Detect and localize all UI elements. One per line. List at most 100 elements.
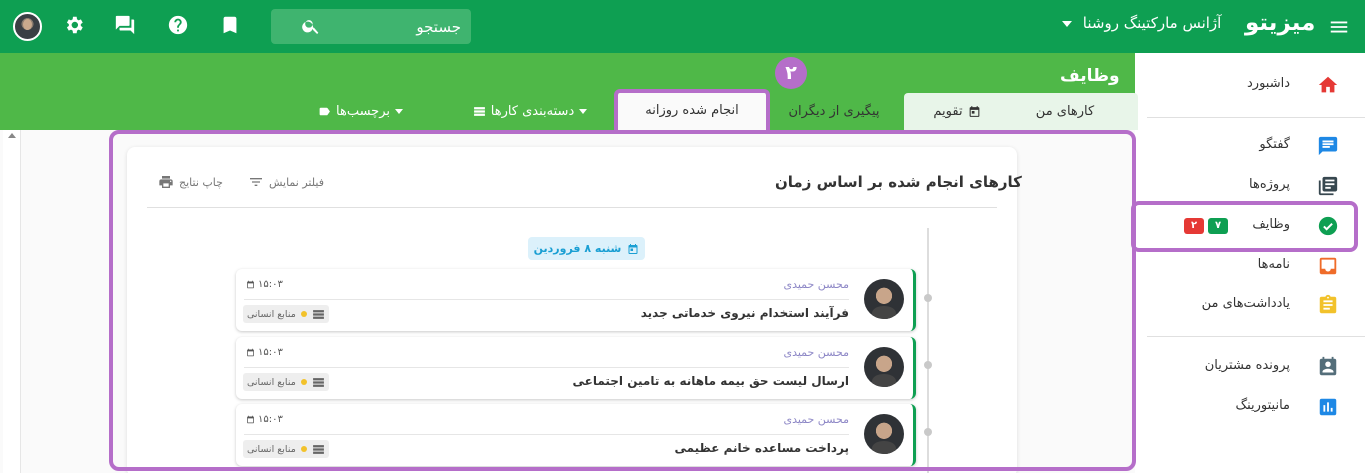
task-item[interactable]: محسن حمیدی ۱۵:۰۳ فرآیند استخدام نیروی خد… [236, 269, 916, 331]
filter-icon [250, 178, 262, 186]
tab-daily-done[interactable]: انجام شده روزانه [618, 91, 766, 130]
sidebar-divider [1147, 336, 1365, 337]
tag-dot [300, 311, 307, 317]
tab-label: دسته‌بندی کارها [490, 104, 575, 119]
task-time: ۱۵:۰۳ [246, 347, 283, 358]
chevron-down-icon [395, 109, 404, 114]
sidebar-item-label: نامه‌ها [1257, 257, 1290, 272]
tag-label: منابع انسانی [247, 376, 296, 388]
task-divider [244, 434, 849, 435]
tab-my-tasks[interactable]: کارهای من [1010, 93, 1120, 130]
storage-icon [473, 107, 485, 116]
print-button[interactable]: چاپ نتایج [158, 174, 223, 190]
task-item[interactable]: محسن حمیدی ۱۵:۰۳ ارسال لیست حق بیمه ماها… [236, 337, 916, 399]
tab-label: تقویم [933, 104, 963, 119]
task-title: فرآیند استخدام نیروی خدماتی جدید [640, 306, 849, 320]
tab-followups[interactable]: پیگیری از دیگران [770, 93, 898, 130]
sidebar-item-label: وظایف [1252, 217, 1290, 232]
status-badge: ۲ [1184, 218, 1204, 234]
tab-label: برچسب‌ها [336, 104, 391, 119]
check-circle-icon [1318, 216, 1338, 236]
tab-label: پیگیری از دیگران [788, 104, 880, 119]
avatar[interactable] [13, 12, 42, 41]
task-time-value: ۱۵:۰۳ [258, 347, 283, 358]
clipboard-icon [1319, 294, 1337, 314]
task-item[interactable]: محسن حمیدی ۱۵:۰۳ پرداخت مساعده خانم عظیم… [236, 404, 916, 466]
calendar-icon [628, 243, 638, 254]
filter-label: فیلتر نمایش [269, 175, 324, 189]
avatar [864, 279, 904, 319]
timeline-dot [924, 294, 932, 302]
timeline-line [927, 228, 929, 473]
sidebar-item-monitoring[interactable]: مانیتورینگ [1135, 387, 1365, 427]
sidebar-item-projects[interactable]: پروژه‌ها [1135, 166, 1365, 206]
storage-icon [312, 377, 324, 387]
task-user: محسن حمیدی [783, 413, 849, 426]
sidebar-item-label: داشبورد [1247, 76, 1290, 91]
chevron-down-icon [579, 109, 588, 114]
task-title: ارسال لیست حق بیمه ماهانه به تامین اجتما… [572, 374, 849, 388]
task-divider [244, 299, 849, 300]
print-icon [159, 176, 173, 188]
tab-labels[interactable]: برچسب‌ها [308, 93, 413, 130]
scroll-up-icon[interactable] [8, 133, 16, 138]
sidebar-item-dashboard[interactable]: داشبورد [1135, 65, 1365, 105]
tag-label: منابع انسانی [247, 443, 296, 455]
sidebar-item-chat[interactable]: گفتگو [1135, 126, 1365, 166]
hamburger-icon[interactable] [1328, 16, 1350, 42]
help-icon[interactable] [166, 14, 190, 38]
sidebar-item-label: یادداشت‌های من [1201, 296, 1290, 311]
search-box[interactable] [271, 9, 471, 44]
date-chip: شنبه ۸ فروردین [528, 237, 645, 260]
search-input[interactable] [311, 9, 461, 44]
sidebar-item-label: پروژه‌ها [1249, 177, 1290, 192]
status-badge: ۷ [1208, 218, 1228, 234]
sidebar-item-label: گفتگو [1259, 137, 1290, 152]
timeline-dot [924, 428, 932, 436]
task-user: محسن حمیدی [783, 278, 849, 291]
app-logo[interactable]: میزیتو [1245, 10, 1315, 36]
sidebar-item-tasks[interactable]: وظایف ۷ ۲ [1135, 206, 1365, 246]
sidebar-item-label: مانیتورینگ [1235, 398, 1290, 413]
task-title: پرداخت مساعده خانم عظیمی [674, 441, 849, 455]
chat-icon [1318, 136, 1338, 156]
home-icon [1318, 76, 1338, 93]
storage-icon [312, 309, 324, 319]
projects-icon [1318, 176, 1338, 196]
sidebar-item-letters[interactable]: نامه‌ها [1135, 246, 1365, 286]
storage-icon [312, 444, 324, 454]
tab-categories[interactable]: دسته‌بندی کارها [460, 93, 600, 130]
search-icon[interactable] [301, 16, 321, 40]
step-badge: ۲ [775, 57, 807, 89]
task-time: ۱۵:۰۳ [246, 279, 283, 290]
tab-calendar[interactable]: تقویم [912, 93, 1002, 130]
sidebar-item-customers[interactable]: پرونده مشتریان [1135, 347, 1365, 387]
task-tag: منابع انسانی [243, 440, 329, 458]
avatar [864, 347, 904, 387]
task-user: محسن حمیدی [783, 346, 849, 359]
date-label: شنبه ۸ فروردین [533, 242, 622, 255]
page-title: وظایف [1060, 66, 1120, 86]
sidebar-divider [1147, 117, 1365, 118]
gear-icon[interactable] [62, 14, 86, 38]
task-badges: ۷ ۲ [1184, 218, 1228, 234]
avatar [864, 414, 904, 454]
calendar-icon [247, 280, 254, 289]
top-bar: آژانس مارکتینگ روشنا میزیتو [0, 0, 1365, 53]
task-time-value: ۱۵:۰۳ [258, 414, 283, 425]
calendar-icon [969, 106, 979, 117]
card-divider [147, 207, 997, 208]
calendar-icon [247, 415, 254, 424]
sidebar-item-notes[interactable]: یادداشت‌های من [1135, 285, 1365, 325]
scrollbar[interactable] [3, 130, 21, 473]
chat-icon[interactable] [113, 14, 137, 38]
agency-selector[interactable]: آژانس مارکتینگ روشنا [1062, 14, 1221, 32]
tab-label: کارهای من [1035, 104, 1095, 119]
filter-button[interactable]: فیلتر نمایش [248, 174, 324, 190]
tag-label: منابع انسانی [247, 308, 296, 320]
card-title: کارهای انجام شده بر اساس زمان [775, 173, 1022, 191]
task-tag: منابع انسانی [243, 373, 329, 391]
agency-name: آژانس مارکتینگ روشنا [1082, 14, 1222, 32]
bookmark-icon[interactable] [218, 14, 242, 38]
calendar-icon [247, 348, 254, 357]
